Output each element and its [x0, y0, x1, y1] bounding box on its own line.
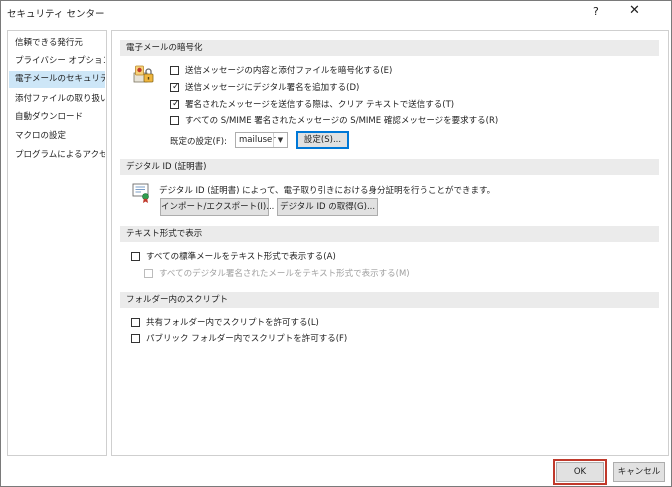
import-export-button[interactable]: インポート/エクスポート(I)... — [160, 198, 274, 216]
sidebar-item-programmatic-access[interactable]: プログラムによるアクセス — [9, 147, 105, 164]
default-setting-select[interactable]: mailuser ▼ — [235, 132, 288, 148]
trust-center-window: セキュリティ センター ? ✕ 信頼できる発行元 プライバシー オプション 電子… — [0, 0, 672, 487]
folder-script-section-header: フォルダー内のスクリプト — [120, 292, 659, 308]
read-signed-plain-label: すべてのデジタル署名されたメールをテキスト形式で表示する(M) — [159, 269, 410, 279]
read-all-plain-label: すべての標準メールをテキスト形式で表示する(A) — [146, 252, 336, 262]
chevron-down-icon[interactable]: ▼ — [273, 133, 287, 147]
encrypt-contents-checkbox[interactable] — [170, 66, 179, 75]
read-all-plain-checkbox[interactable] — [131, 252, 140, 261]
plain-text-section-header: テキスト形式で表示 — [120, 226, 659, 242]
clear-text-signed-checkbox[interactable]: ✓ — [170, 99, 180, 109]
title-bar: セキュリティ センター ? ✕ — [1, 1, 671, 23]
ok-button[interactable]: OK — [556, 462, 604, 482]
cancel-button[interactable]: キャンセル — [613, 462, 665, 482]
window-title: セキュリティ センター — [7, 9, 105, 20]
encrypt-contents-label: 送信メッセージの内容と添付ファイルを暗号化する(E) — [185, 66, 393, 76]
email-security-panel: 電子メールの暗号化 送信メッセージの内容と添付ファイルを暗号化する(E) ✓ 送… — [111, 30, 669, 456]
sidebar-item-automatic-download[interactable]: 自動ダウンロード — [9, 109, 105, 126]
public-folder-script-label: パブリック フォルダー内でスクリプトを許可する(F) — [146, 334, 348, 344]
sidebar: 信頼できる発行元 プライバシー オプション 電子メールのセキュリティ 添付ファイ… — [7, 30, 107, 456]
sidebar-item-privacy-options[interactable]: プライバシー オプション — [9, 53, 105, 70]
help-button[interactable]: ? — [593, 5, 599, 18]
get-digital-id-button[interactable]: デジタル ID の取得(G)... — [277, 198, 378, 216]
sidebar-item-macro-settings[interactable]: マクロの設定 — [9, 128, 105, 145]
smime-receipt-checkbox[interactable] — [170, 116, 179, 125]
shared-folder-script-checkbox[interactable] — [131, 318, 140, 327]
digital-id-description: デジタル ID (証明書) によって、電子取り引きにおける身分証明を行うことがで… — [159, 186, 496, 196]
public-folder-script-checkbox[interactable] — [131, 334, 140, 343]
default-setting-label: 既定の設定(F): — [170, 137, 227, 147]
sidebar-item-attachment-handling[interactable]: 添付ファイルの取り扱い — [9, 91, 105, 108]
add-signature-checkbox[interactable]: ✓ — [170, 82, 180, 92]
shared-folder-script-label: 共有フォルダー内でスクリプトを許可する(L) — [146, 318, 319, 328]
read-signed-plain-checkbox — [144, 269, 153, 278]
digital-id-section-header: デジタル ID (証明書) — [120, 159, 659, 175]
sidebar-item-email-security[interactable]: 電子メールのセキュリティ — [9, 71, 105, 88]
sidebar-item-trusted-publishers[interactable]: 信頼できる発行元 — [9, 35, 105, 52]
encryption-section-header: 電子メールの暗号化 — [120, 40, 659, 56]
encryption-lock-icon — [133, 65, 154, 83]
clear-text-signed-label: 署名されたメッセージを送信する際は、クリア テキストで送信する(T) — [185, 100, 455, 110]
certificate-icon — [132, 183, 149, 203]
check-mark-icon: ✓ — [172, 82, 180, 92]
add-signature-label: 送信メッセージにデジタル署名を追加する(D) — [185, 83, 360, 93]
smime-receipt-label: すべての S/MIME 署名されたメッセージの S/MIME 確認メッセージを要… — [185, 116, 499, 126]
encryption-settings-button[interactable]: 設定(S)... — [296, 131, 349, 149]
check-mark-icon: ✓ — [172, 99, 180, 109]
close-button[interactable]: ✕ — [629, 3, 640, 18]
default-setting-value: mailuser — [239, 135, 276, 145]
